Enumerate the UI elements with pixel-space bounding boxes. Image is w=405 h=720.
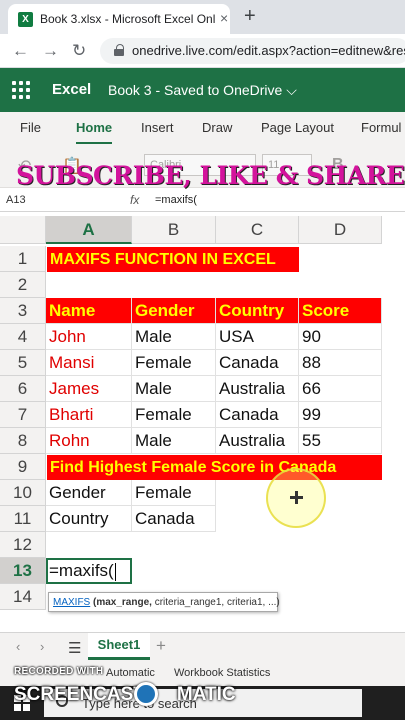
column-header-d[interactable]: D	[299, 216, 382, 244]
tab-page-layout[interactable]: Page Layout	[261, 120, 334, 135]
cell-gender[interactable]: Male	[132, 376, 216, 402]
sheet-tab-sheet1[interactable]: Sheet1	[88, 633, 150, 660]
criteria-value-cell[interactable]: Canada	[132, 506, 216, 532]
app-name[interactable]: Excel	[52, 81, 91, 98]
insert-function-icon[interactable]: fx	[130, 193, 139, 207]
row-header[interactable]: 5	[0, 350, 46, 376]
next-sheet-icon[interactable]: ›	[40, 639, 44, 654]
address-bar: ← → ↻ onedrive.live.com/edit.aspx?action…	[0, 34, 405, 68]
prev-sheet-icon[interactable]: ‹	[16, 639, 20, 654]
cell-name[interactable]: James	[46, 376, 132, 402]
function-help-link[interactable]: MAXIFS	[53, 597, 90, 608]
active-cell-a13[interactable]: =maxifs(	[46, 558, 132, 584]
tab-insert[interactable]: Insert	[141, 120, 174, 135]
cell-score[interactable]: 88	[299, 350, 382, 376]
cell-score[interactable]: 99	[299, 402, 382, 428]
cell-gender[interactable]: Male	[132, 428, 216, 454]
criteria-label-cell[interactable]: Country	[46, 506, 132, 532]
cell-gender[interactable]: Female	[132, 402, 216, 428]
browser-tab-strip: X Book 3.xlsx - Microsoft Excel Onl × +	[0, 0, 405, 34]
active-cell-text: =maxifs(	[49, 561, 114, 580]
row-header[interactable]: 14	[0, 584, 46, 610]
url-text: onedrive.live.com/edit.aspx?action=editn…	[132, 43, 405, 58]
row-header[interactable]: 6	[0, 376, 46, 402]
app-launcher-icon[interactable]	[12, 81, 30, 99]
row-header[interactable]: 9	[0, 454, 46, 480]
tooltip-remaining-args: criteria_range1, criteria1, ...)	[151, 597, 280, 608]
cell-score[interactable]: 55	[299, 428, 382, 454]
formula-input[interactable]: =maxifs(	[155, 194, 197, 206]
tab-draw[interactable]: Draw	[202, 120, 232, 135]
close-tab-icon[interactable]: ×	[220, 10, 228, 26]
forward-arrow-icon[interactable]: →	[42, 41, 59, 61]
cell-gender[interactable]: Female	[132, 350, 216, 376]
select-all-corner[interactable]	[0, 216, 46, 244]
row-header[interactable]: 12	[0, 532, 46, 558]
column-header-c[interactable]: C	[216, 216, 299, 244]
row-header[interactable]: 8	[0, 428, 46, 454]
row-header[interactable]: 11	[0, 506, 46, 532]
cell-country[interactable]: Australia	[216, 428, 299, 454]
tab-title: Book 3.xlsx - Microsoft Excel Onl	[40, 12, 215, 26]
excel-favicon-icon: X	[18, 12, 33, 27]
watermark-brand-right: MATIC	[176, 684, 236, 705]
row-header[interactable]: 4	[0, 324, 46, 350]
question-banner-cell[interactable]: Find Highest Female Score in Canada	[47, 455, 382, 480]
column-header-a[interactable]: A	[46, 216, 132, 244]
cell-country[interactable]: Australia	[216, 376, 299, 402]
add-sheet-icon[interactable]: +	[156, 636, 166, 656]
cell-name[interactable]: Mansi	[46, 350, 132, 376]
name-box[interactable]: A13	[2, 192, 96, 210]
criteria-value-cell[interactable]: Female	[132, 480, 216, 506]
row-header[interactable]: 7	[0, 402, 46, 428]
reload-icon[interactable]: ↻	[72, 41, 86, 61]
formula-bar: A13 fx =maxifs(	[0, 190, 405, 212]
all-sheets-menu-icon[interactable]: ☰	[68, 639, 81, 657]
browser-tab[interactable]: X Book 3.xlsx - Microsoft Excel Onl ×	[8, 4, 230, 34]
title-banner-cell[interactable]: MAXIFS FUNCTION IN EXCEL	[47, 247, 299, 272]
header-cell-score[interactable]: Score	[299, 298, 382, 324]
cell-country[interactable]: Canada	[216, 402, 299, 428]
row-header[interactable]: 3	[0, 298, 46, 324]
tab-file[interactable]: File	[20, 120, 41, 135]
sheet-tab-bar: ‹ › ☰ Sheet1 +	[0, 632, 405, 660]
cell-gender[interactable]: Male	[132, 324, 216, 350]
workbook-statistics[interactable]: Workbook Statistics	[174, 667, 270, 679]
back-arrow-icon[interactable]: ←	[12, 41, 29, 61]
cell-name[interactable]: Bharti	[46, 402, 132, 428]
row-header[interactable]: 10	[0, 480, 46, 506]
tab-home[interactable]: Home	[76, 120, 113, 145]
header-cell-country[interactable]: Country	[216, 298, 299, 324]
header-cell-gender[interactable]: Gender	[132, 298, 216, 324]
cell-name[interactable]: John	[46, 324, 132, 350]
tooltip-current-arg: (max_range,	[90, 597, 152, 608]
watermark-brand: SCREENCAST MATIC	[14, 684, 236, 706]
row-header[interactable]: 1	[0, 246, 46, 272]
watermark-recorded-with: RECORDED WITH	[14, 666, 104, 677]
column-header-b[interactable]: B	[132, 216, 216, 244]
cell-score[interactable]: 90	[299, 324, 382, 350]
new-tab-icon[interactable]: +	[244, 5, 256, 28]
lock-icon	[114, 44, 124, 56]
screencast-logo-icon	[134, 682, 158, 706]
row-header-selected[interactable]: 13	[0, 558, 46, 584]
cell-country[interactable]: Canada	[216, 350, 299, 376]
cell-score[interactable]: 66	[299, 376, 382, 402]
header-cell-name[interactable]: Name	[46, 298, 132, 324]
cell-name[interactable]: Rohn	[46, 428, 132, 454]
document-title[interactable]: Book 3 - Saved to OneDrive ⌵	[108, 82, 297, 99]
criteria-label-cell[interactable]: Gender	[46, 480, 132, 506]
tab-formulas[interactable]: Formul	[361, 120, 401, 135]
url-input[interactable]: onedrive.live.com/edit.aspx?action=editn…	[100, 38, 405, 64]
calculation-mode[interactable]: Automatic	[106, 667, 155, 679]
cell-country[interactable]: USA	[216, 324, 299, 350]
excel-app-bar: Excel Book 3 - Saved to OneDrive ⌵	[0, 68, 405, 112]
text-cursor	[114, 562, 116, 581]
function-signature-tooltip: MAXIFS (max_range, criteria_range1, crit…	[48, 592, 280, 612]
watermark-brand-left: SCREENCAST	[14, 684, 145, 705]
row-header[interactable]: 2	[0, 272, 46, 298]
crosshair-cursor-icon	[290, 491, 303, 504]
subscribe-overlay-text: SUBSCRIBE, LIKE & SHARE	[16, 161, 405, 190]
ribbon-tabs: File Home Insert Draw Page Layout Formul	[0, 112, 405, 145]
